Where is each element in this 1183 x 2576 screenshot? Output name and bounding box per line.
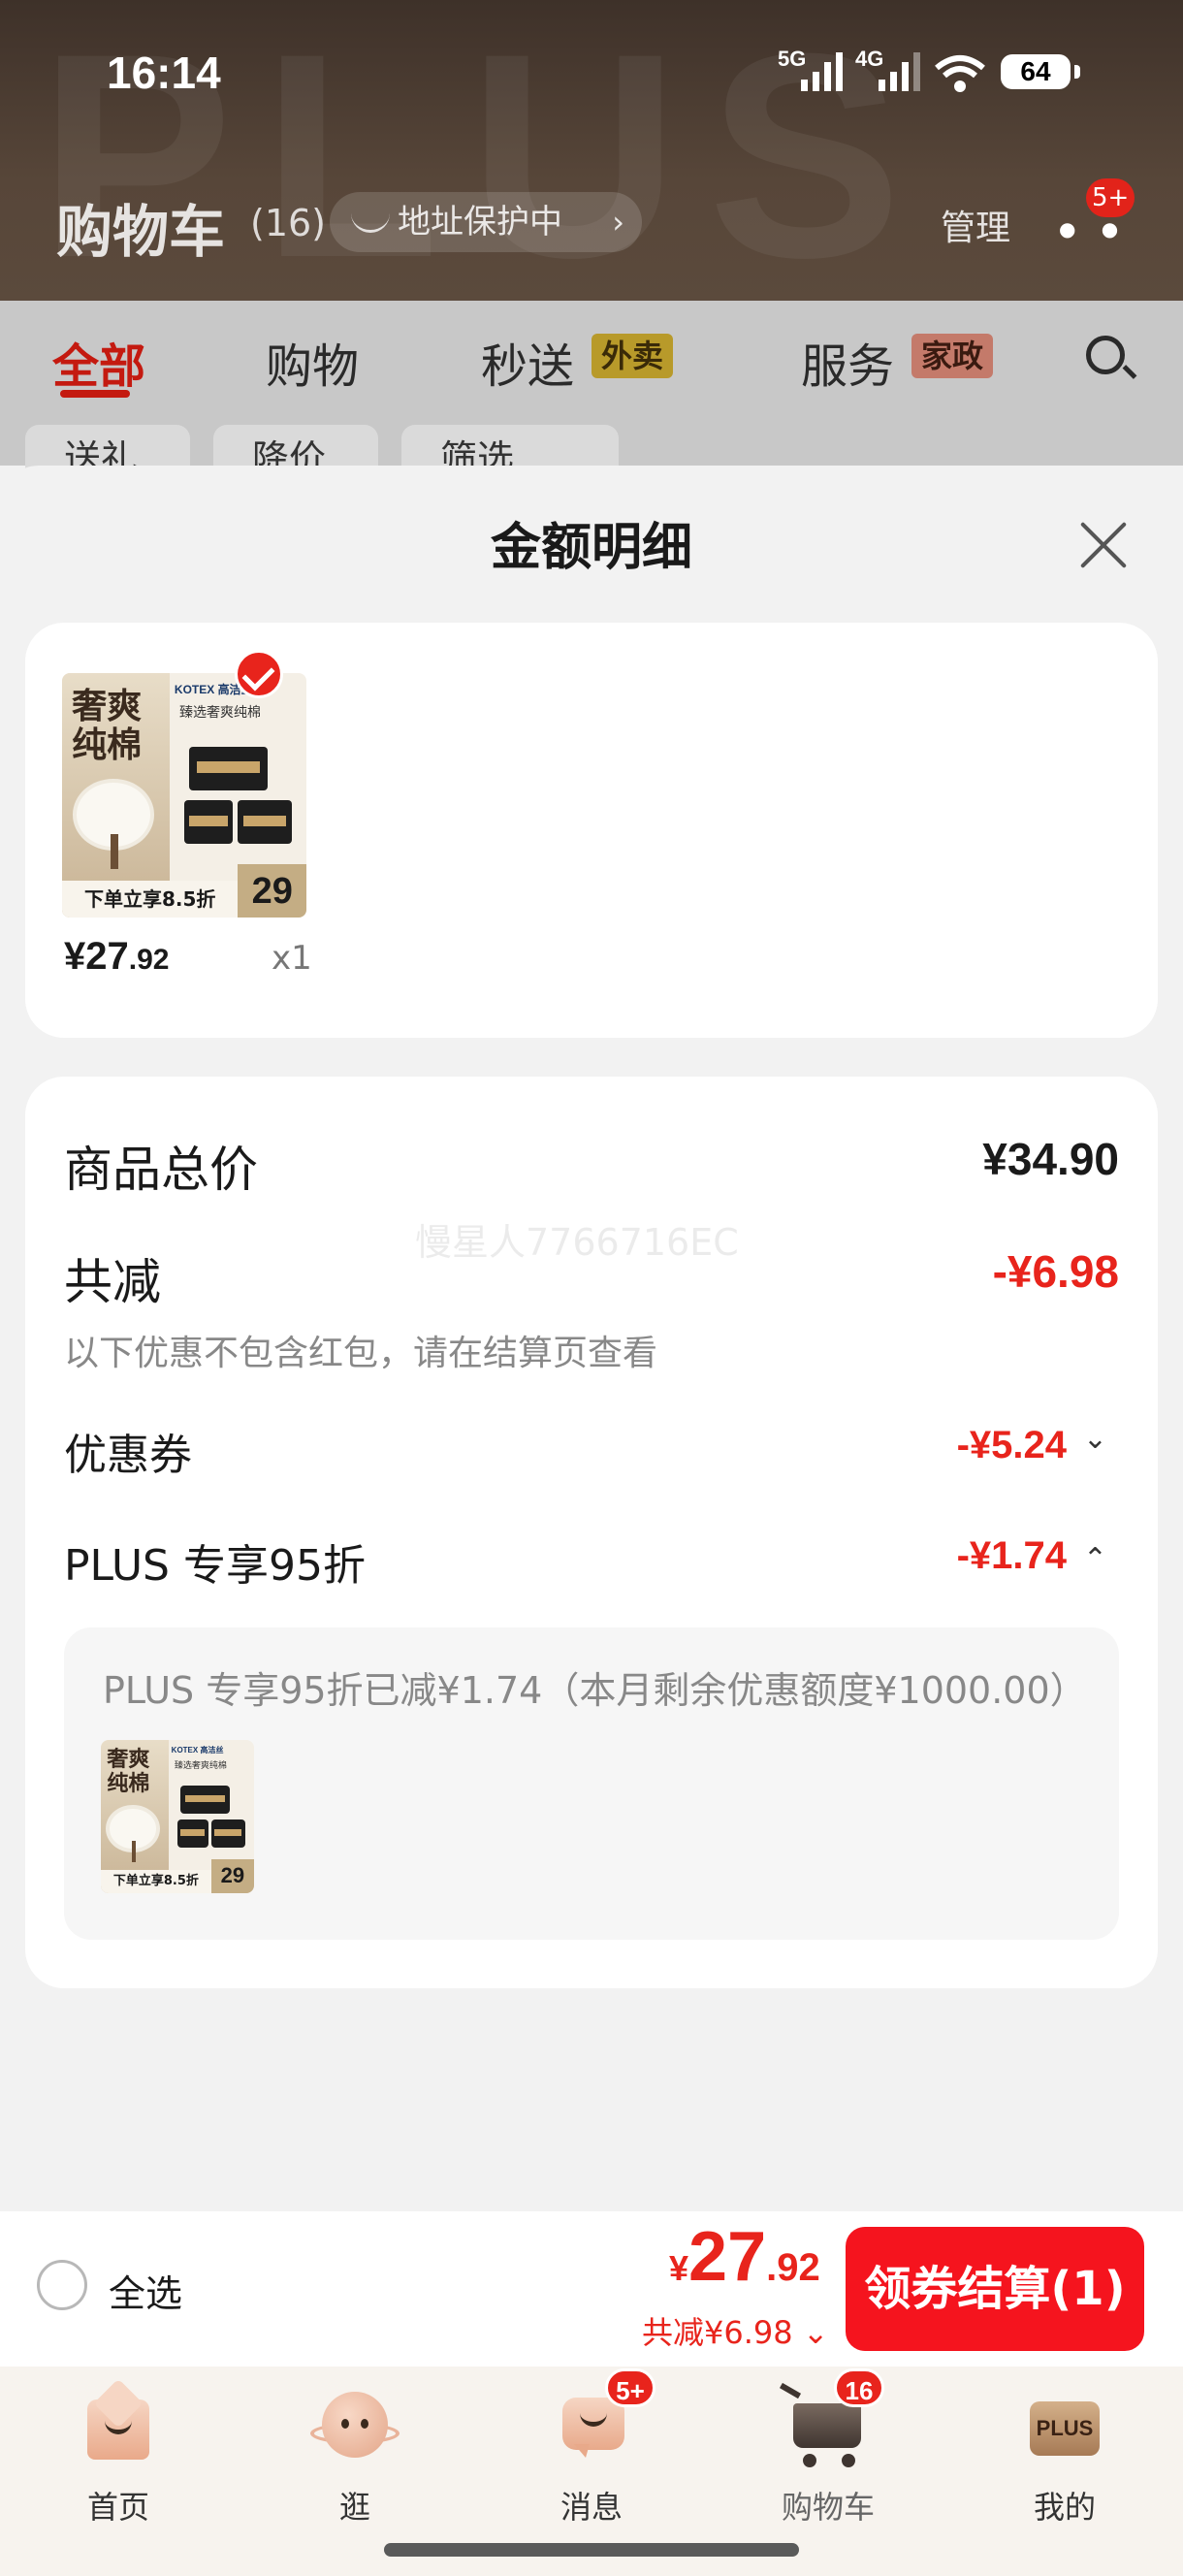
amount-detail-sheet: 金额明细 奢爽纯棉 KOTEX 高洁丝 臻选奢爽纯棉 下单立享8.5折 29 ¥… — [0, 466, 1183, 2211]
nav-browse[interactable]: 逛 — [277, 2388, 432, 2528]
status-bar: 16:14 5G 4G 64 — [0, 0, 1183, 155]
price-summary-card: 慢星人7766716EC 商品总价 ¥34.90 共减 -¥6.98 以下优惠不… — [25, 1077, 1158, 1988]
select-all-checkbox[interactable] — [37, 2260, 87, 2310]
nav-messages[interactable]: 5+ 消息 — [514, 2368, 669, 2528]
plus-discount-label[interactable]: PLUS 专享95折 — [64, 1530, 366, 1593]
select-all-label[interactable]: 全选 — [109, 2264, 182, 2317]
thumb-price: 29 — [238, 863, 306, 918]
watermark: 慢星人7766716EC — [415, 1221, 739, 1264]
tab-instant-delivery[interactable]: 秒送 — [481, 328, 574, 396]
home-indicator — [384, 2543, 799, 2557]
total-price-label: 商品总价 — [64, 1142, 258, 1198]
tab-all[interactable]: 全部 — [52, 328, 145, 396]
product-card: 奢爽纯棉 KOTEX 高洁丝 臻选奢爽纯棉 下单立享8.5折 29 ¥27.92… — [25, 623, 1158, 1038]
reduction-note: 以下优惠不包含红包，请在结算页查看 — [64, 1334, 658, 1373]
tab-shopping[interactable]: 购物 — [266, 328, 359, 396]
nav-cart-label: 购物车 — [781, 2489, 875, 2526]
address-protection-label: 地址保护中 — [398, 203, 562, 242]
tab-services[interactable]: 服务 — [801, 328, 894, 396]
total-reduction-value: -¥6.98 — [992, 1246, 1119, 1297]
checkout-button[interactable]: 领券结算(1) — [846, 2227, 1144, 2351]
sheet-title: 金额明细 — [490, 519, 692, 577]
plus-product-thumbnail: 奢爽纯棉 KOTEX 高洁丝 臻选奢爽纯棉 下单立享8.5折 29 — [101, 1740, 254, 1893]
checkout-bar: 全选 ¥27.92 共减¥6.98 ⌄ 领券结算(1) — [0, 2211, 1183, 2367]
cart-header: PLUS 16:14 5G 4G 64 购物车 (16) 地址保护中 › 管理 … — [0, 0, 1183, 301]
search-icon[interactable] — [1086, 336, 1125, 374]
cart-badge: 16 — [834, 2368, 884, 2407]
cart-count: (16) — [250, 202, 327, 244]
nav-home[interactable]: 首页 — [41, 2388, 196, 2528]
thumb-promo: 下单立享8.5折 — [62, 881, 239, 918]
total-reduction-label: 共减 — [64, 1254, 161, 1310]
shopping-cart-icon: 16 — [789, 2368, 884, 2467]
product-quantity: x1 — [272, 939, 312, 978]
chevron-up-icon[interactable]: ⌃ — [1083, 1542, 1107, 1576]
selected-check-icon[interactable] — [235, 650, 283, 698]
plus-discount-value[interactable]: -¥1.74 — [957, 1534, 1067, 1578]
messages-badge: 5+ — [605, 2368, 655, 2407]
chevron-right-icon: › — [612, 204, 624, 241]
takeout-tag: 外卖 — [592, 334, 674, 378]
chevron-down-icon: ⌄ — [802, 2314, 829, 2351]
checkout-total-price: ¥27.92 — [669, 2218, 820, 2296]
more-icon[interactable]: ● ● — [1059, 217, 1128, 241]
housekeeping-tag: 家政 — [911, 334, 994, 378]
manage-button[interactable]: 管理 — [941, 200, 1010, 250]
category-tabs: 全部 购物 秒送 外卖 服务 家政 送礼 降价 筛选 — [0, 301, 1183, 493]
nav-browse-label: 逛 — [338, 2489, 370, 2526]
nav-home-label: 首页 — [86, 2489, 149, 2526]
status-time: 16:14 — [107, 48, 221, 98]
total-price-value: ¥34.90 — [982, 1134, 1119, 1184]
home-icon — [80, 2388, 157, 2465]
battery-icon: 64 — [1001, 54, 1080, 89]
close-icon[interactable] — [1074, 514, 1133, 572]
message-bubble-icon: 5+ — [553, 2368, 655, 2465]
product-price: ¥27.92 — [64, 935, 170, 978]
coupon-label[interactable]: 优惠券 — [64, 1420, 192, 1482]
chevron-down-icon[interactable]: ⌄ — [1083, 1422, 1107, 1456]
plus-discount-detail-text: PLUS 专享95折已减¥1.74（本月剩余优惠额度¥1000.00） — [103, 1669, 1087, 1712]
plus-discount-detail: PLUS 专享95折已减¥1.74（本月剩余优惠额度¥1000.00） 奢爽纯棉… — [64, 1627, 1119, 1940]
checkout-discount[interactable]: 共减¥6.98 ⌄ — [642, 2308, 829, 2353]
eye-closed-icon — [351, 213, 390, 233]
page-title: 购物车 — [56, 199, 226, 265]
nav-messages-label: 消息 — [560, 2489, 623, 2526]
nav-me[interactable]: PLUS 我的 — [987, 2388, 1142, 2528]
thumb-subtitle: 臻选奢爽纯棉 — [178, 705, 261, 722]
address-protection-pill[interactable]: 地址保护中 › — [330, 192, 642, 252]
product-thumbnail[interactable]: 奢爽纯棉 KOTEX 高洁丝 臻选奢爽纯棉 下单立享8.5折 29 — [62, 673, 306, 918]
planet-face-icon — [310, 2388, 400, 2465]
more-badge: 5+ — [1086, 178, 1135, 217]
coupon-value[interactable]: -¥5.24 — [957, 1424, 1067, 1467]
wifi-icon — [935, 55, 985, 92]
nav-me-label: 我的 — [1033, 2489, 1096, 2526]
nav-cart[interactable]: 16 购物车 — [751, 2368, 906, 2528]
plus-membership-icon: PLUS — [1026, 2388, 1103, 2465]
thumb-title: 奢爽纯棉 — [72, 687, 143, 765]
active-tab-indicator — [60, 390, 130, 398]
